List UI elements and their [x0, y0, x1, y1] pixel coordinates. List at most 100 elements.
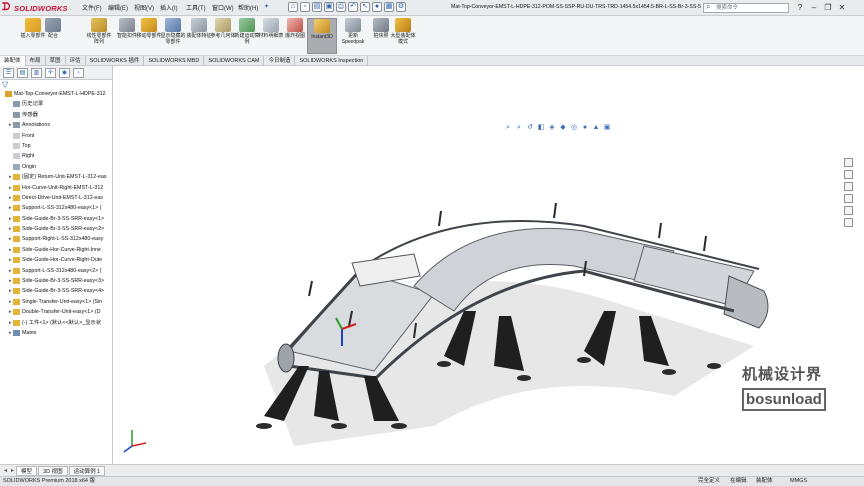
menu-window[interactable]: 窗口(W) [212, 3, 238, 12]
menu-bar: 文件(F) 编辑(E) 视图(V) 插入(I) 工具(T) 窗口(W) 帮助(H… [82, 3, 274, 12]
pin-icon[interactable]: ✦ [264, 3, 274, 12]
tab-today-manufacturing[interactable]: 今日制造 [264, 56, 296, 66]
tab-solidworks-addins[interactable]: SOLIDWORKS 插件 [86, 56, 145, 66]
reference-geometry-button[interactable]: 参考几何体 [210, 18, 236, 54]
bill-of-materials-button[interactable]: 材料明细表 [258, 18, 284, 54]
feature-manager-panel: ☰ ▤ ▥ ✛ ◉ › ▽ Mat-Top-Conveyor-EMST-L-HD… [0, 66, 113, 464]
tree-item-label: Right [22, 153, 35, 160]
tree-item[interactable]: 传感器 [0, 110, 112, 120]
rebuild-icon[interactable]: ● [372, 2, 382, 12]
expand-panel-icon[interactable]: › [73, 68, 84, 78]
speedpak-icon [345, 18, 361, 32]
tree-item[interactable]: ▸ Side-Guide-Br-3-SS-SRR-easy<1> [0, 214, 112, 224]
tab-solidworks-inspection[interactable]: SOLIDWORKS Inspection [295, 56, 369, 66]
tree-item[interactable]: ▸ Annotations [0, 120, 112, 130]
print-icon[interactable]: ⎙ [336, 2, 346, 12]
tab-layout[interactable]: 布局 [26, 56, 46, 66]
tree-item[interactable]: ▸ Mates [0, 328, 112, 338]
close-icon[interactable]: ✕ [836, 2, 848, 13]
update-speedpak-button[interactable]: 更新Speedpak [338, 18, 368, 54]
tab-sketch[interactable]: 草图 [46, 56, 66, 66]
restore-icon[interactable]: ❐ [822, 2, 834, 13]
part-icon [13, 205, 20, 212]
title-bar: ᗪ SOLIDWORKS 文件(F) 编辑(E) 视图(V) 插入(I) 工具(… [0, 0, 864, 16]
tab-motion-study-1[interactable]: 运动算例 1 [68, 465, 106, 476]
tree-item[interactable]: Top [0, 141, 112, 151]
tree-item[interactable]: Right [0, 151, 112, 161]
tree-item[interactable]: ▸ (-) 工件<1> (默认<<默认>_显示状 [0, 318, 112, 328]
graphics-area[interactable]: ⌕ ⌕ ↺ ◧ ◈ ◆ ◎ ● ▲ ▣ 机械设计界 bosunload [114, 66, 854, 464]
search-commands-input[interactable]: 搜索命令 [703, 3, 789, 13]
menu-help[interactable]: 帮助(H) [238, 3, 264, 12]
instant3d-button[interactable]: Instant3D [307, 18, 337, 54]
assembly-icon [5, 91, 12, 97]
configuration-manager-tab-icon[interactable]: ▥ [31, 68, 42, 78]
tree-item[interactable]: ▸ Hor-Curve-Unit-Right-EMST-L-312 [0, 183, 112, 193]
tree-item[interactable]: ▸ Single-Transfer-Unit-easy<1> (Sin [0, 297, 112, 307]
assembly-features-button[interactable]: 装配体特征 [186, 18, 212, 54]
status-units[interactable]: MMGS [790, 477, 807, 486]
filter-icon[interactable]: ▽ [2, 80, 8, 89]
part-icon [13, 257, 20, 264]
tree-item[interactable]: ▸ Side-Guide-Br-3-SS-SRR-easy<4> [0, 286, 112, 296]
tree-item[interactable]: ▸ Support-Right-L-SS-312x480-easy [0, 234, 112, 244]
tab-3d-views[interactable]: 3D 视图 [38, 465, 68, 476]
tree-item[interactable]: ▸ Side-Guide-Hor-Curve-Right-Inne [0, 245, 112, 255]
minimize-icon[interactable]: – [808, 2, 820, 13]
part-icon [13, 319, 20, 326]
tree-item[interactable]: ▸ Side-Guide-Hor-Curve-Right-Oute [0, 255, 112, 265]
new-document-icon[interactable]: ▫ [300, 2, 310, 12]
save-icon[interactable]: ▣ [324, 2, 334, 12]
menu-edit[interactable]: 编辑(E) [108, 3, 134, 12]
linear-pattern-button[interactable]: 线性零部件阵列 [86, 18, 112, 54]
scroll-left-icon[interactable]: ◂ [2, 467, 9, 474]
tree-item[interactable]: ▸ Side-Guide-Br-3-SS-SRR-easy<2> [0, 224, 112, 234]
tree-item[interactable]: Origin [0, 162, 112, 172]
ds-logo-icon: ᗪ [2, 2, 11, 13]
tree-item[interactable]: ▸ Side-Guide-Br-3-SS-SRR-easy<3> [0, 276, 112, 286]
tree-item[interactable]: ▸ (固定) Return-Unit-EMST-L-312-eas [0, 172, 112, 182]
mates-icon [13, 329, 20, 336]
tree-item[interactable]: Front [0, 131, 112, 141]
feature-manager-tab-icon[interactable]: ☰ [3, 68, 14, 78]
tree-item[interactable]: 历史记录 [0, 99, 112, 109]
tab-model[interactable]: 模型 [16, 465, 38, 476]
document-title: Mat-Top-Conveyor-EMST-L-HDPE-312-POM-SS-… [451, 4, 701, 10]
tab-solidworks-cam[interactable]: SOLIDWORKS CAM [204, 56, 265, 66]
display-manager-tab-icon[interactable]: ◉ [59, 68, 70, 78]
open-icon[interactable]: ▤ [312, 2, 322, 12]
solidworks-logo[interactable]: ᗪ SOLIDWORKS [2, 2, 68, 14]
exploded-view-button[interactable]: 爆炸视图 [282, 18, 308, 54]
show-hidden-components-button[interactable]: 显示隐藏的零部件 [160, 18, 186, 54]
file-properties-icon[interactable]: ▦ [384, 2, 394, 12]
options-icon[interactable]: ⚙ [396, 2, 406, 12]
tree-item[interactable]: Mat-Top-Conveyor-EMST-L-HDPE-312 [0, 89, 112, 99]
menu-tools[interactable]: 工具(T) [186, 3, 212, 12]
home-icon[interactable]: ⌂ [288, 2, 298, 12]
tree-item[interactable]: ▸ Support-L-SS-312x480-easy<1> ( [0, 203, 112, 213]
tree-item[interactable]: ▸ Support-L-SS-312x480-easy<2> ( [0, 266, 112, 276]
help-icon[interactable]: ? [794, 2, 806, 13]
mate-button[interactable]: 配合 [40, 18, 66, 54]
part-icon [13, 298, 20, 305]
select-icon[interactable]: ↖ [360, 2, 370, 12]
view-orientation-triad[interactable] [123, 430, 147, 453]
property-manager-tab-icon[interactable]: ▤ [17, 68, 28, 78]
menu-file[interactable]: 文件(F) [82, 3, 108, 12]
plane-icon [13, 153, 20, 160]
new-motion-study-button[interactable]: 新建运动算例 [234, 18, 260, 54]
menu-insert[interactable]: 插入(I) [160, 3, 186, 12]
tab-evaluate[interactable]: 评估 [66, 56, 86, 66]
large-assembly-mode-button[interactable]: 大型装配体模式 [390, 18, 416, 54]
tab-solidworks-mbd[interactable]: SOLIDWORKS MBD [144, 56, 205, 66]
menu-view[interactable]: 视图(V) [134, 3, 160, 12]
tree-item[interactable]: ▸ Direct-Drive-Unit-EMST-L-312-eas [0, 193, 112, 203]
move-component-button[interactable]: 移动零部件 [136, 18, 162, 54]
tree-item-label: Origin [22, 163, 37, 170]
tree-item[interactable]: ▸ Double-Transfer-Unit-easy<1> (D [0, 307, 112, 317]
scroll-right-icon[interactable]: ▸ [9, 467, 16, 474]
dimxpert-manager-tab-icon[interactable]: ✛ [45, 68, 56, 78]
undo-icon[interactable]: ↶ [348, 2, 358, 12]
tree-item-label: Annotations [22, 122, 50, 129]
tab-assembly[interactable]: 装配体 [0, 56, 26, 66]
